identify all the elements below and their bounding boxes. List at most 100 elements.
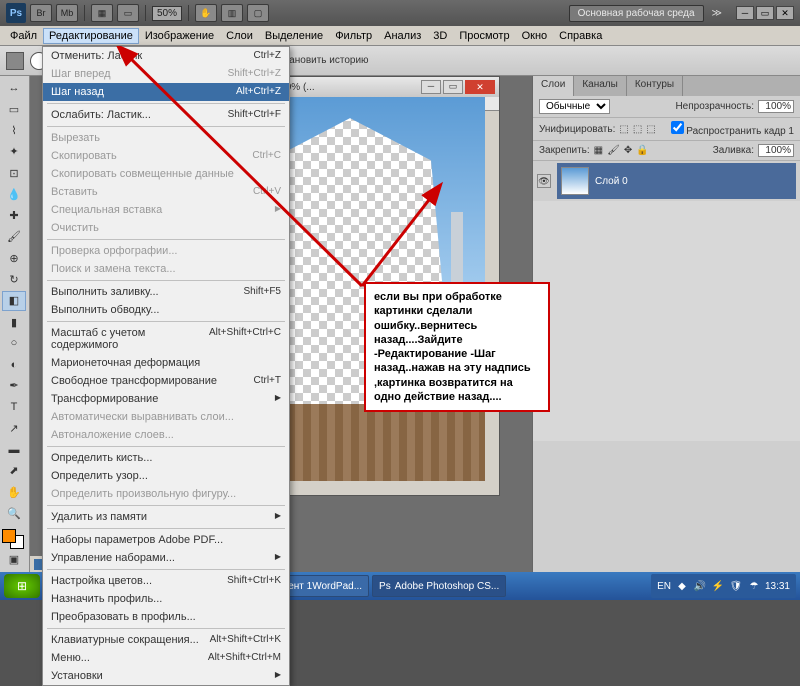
eraser-tool[interactable]: ◧ — [2, 291, 26, 311]
doc-max-button[interactable]: ▭ — [443, 80, 463, 94]
menu-image[interactable]: Изображение — [139, 28, 220, 44]
menu-item[interactable]: Трансформирование▶ — [43, 390, 289, 408]
menu-select[interactable]: Выделение — [259, 28, 329, 44]
clock[interactable]: 13:31 — [765, 581, 790, 592]
arrange-button[interactable]: ▥ — [221, 4, 243, 22]
unify-icon-1[interactable]: ⬚ — [619, 124, 628, 135]
menu-item[interactable]: Клавиатурные сокращения...Alt+Shift+Ctrl… — [43, 631, 289, 649]
menu-item[interactable]: Установки▶ — [43, 667, 289, 685]
menu-view[interactable]: Просмотр — [453, 28, 515, 44]
tray-icon-1[interactable]: ◆ — [675, 579, 689, 593]
zoom-level[interactable]: 50% — [152, 6, 182, 21]
menu-item[interactable]: Управление наборами...▶ — [43, 549, 289, 567]
blend-mode-select[interactable]: Обычные — [539, 99, 610, 114]
tray-icon-2[interactable]: 🔊 — [693, 579, 707, 593]
lasso-tool[interactable]: ⌇ — [2, 121, 26, 141]
stamp-tool[interactable]: ⊕ — [2, 248, 26, 268]
blur-tool[interactable]: ○ — [2, 333, 26, 353]
menu-item[interactable]: Марионеточная деформация — [43, 354, 289, 372]
move-tool[interactable]: ↔ — [2, 78, 26, 98]
menu-filter[interactable]: Фильтр — [329, 28, 378, 44]
heal-tool[interactable]: ✚ — [2, 206, 26, 226]
mb-button[interactable]: Mb — [56, 4, 78, 22]
brush-tool[interactable]: 🖌 — [2, 227, 26, 247]
tab-layers[interactable]: Слои — [533, 76, 574, 96]
unify-icon-3[interactable]: ⬚ — [646, 124, 655, 135]
lock-pixels-icon[interactable]: 🖌 — [607, 145, 620, 156]
doc-close-button[interactable]: ✕ — [465, 80, 495, 94]
gradient-tool[interactable]: ▮ — [2, 312, 26, 332]
tray-icon-4[interactable]: 🛡 — [729, 579, 743, 593]
menu-3d[interactable]: 3D — [427, 28, 453, 44]
history-brush-tool[interactable]: ↻ — [2, 269, 26, 289]
view-doc-button[interactable]: ▭ — [117, 4, 139, 22]
tray-icon-5[interactable]: ☂ — [747, 579, 761, 593]
menu-item[interactable]: Настройка цветов...Shift+Ctrl+K — [43, 572, 289, 590]
3d-tool[interactable]: ⬈ — [2, 461, 26, 481]
menu-item: Автоматически выравнивать слои... — [43, 408, 289, 426]
maximize-button[interactable]: ▭ — [756, 6, 774, 20]
workspace-switcher[interactable]: Основная рабочая среда — [569, 5, 704, 22]
quickmask-button[interactable]: ▣ — [2, 550, 26, 570]
menu-item[interactable]: Определить узор... — [43, 467, 289, 485]
tab-channels[interactable]: Каналы — [574, 76, 627, 96]
menu-item[interactable]: Удалить из памяти▶ — [43, 508, 289, 526]
menu-help[interactable]: Справка — [553, 28, 608, 44]
menu-item[interactable]: Преобразовать в профиль... — [43, 608, 289, 626]
menu-item: Скопировать совмещенные данные — [43, 165, 289, 183]
screen-mode-button[interactable]: ▢ — [247, 4, 269, 22]
pen-tool[interactable]: ✒ — [2, 376, 26, 396]
marquee-tool[interactable]: ▭ — [2, 99, 26, 119]
color-swatches[interactable] — [2, 529, 24, 549]
minimize-button[interactable]: ─ — [736, 6, 754, 20]
menu-item: ВставитьCtrl+V — [43, 183, 289, 201]
menu-item[interactable]: Свободное трансформированиеCtrl+T — [43, 372, 289, 390]
shape-tool[interactable]: ▬ — [2, 440, 26, 460]
close-button[interactable]: ✕ — [776, 6, 794, 20]
menu-item[interactable]: Меню...Alt+Shift+Ctrl+M — [43, 649, 289, 667]
menu-item[interactable]: Определить кисть... — [43, 449, 289, 467]
hand-button[interactable]: ✋ — [195, 4, 217, 22]
fill-value[interactable]: 100% — [758, 144, 794, 157]
lock-transparent-icon[interactable]: ▦ — [594, 145, 603, 156]
menu-item[interactable]: Назначить профиль... — [43, 590, 289, 608]
layer-visibility-icon[interactable]: 👁 — [537, 174, 551, 188]
path-tool[interactable]: ↗ — [2, 418, 26, 438]
lock-position-icon[interactable]: ✥ — [624, 145, 632, 156]
view-grid-button[interactable]: ▦ — [91, 4, 113, 22]
start-button[interactable]: ⊞ — [4, 574, 40, 598]
zoom-tool[interactable]: 🔍 — [2, 503, 26, 523]
menu-file[interactable]: Файл — [4, 28, 43, 44]
menu-item[interactable]: Ослабить: Ластик...Shift+Ctrl+F — [43, 106, 289, 124]
doc-min-button[interactable]: ─ — [421, 80, 441, 94]
menu-analysis[interactable]: Анализ — [378, 28, 427, 44]
chevron-right-icon[interactable]: ≫ — [712, 8, 722, 19]
type-tool[interactable]: T — [2, 397, 26, 417]
hand-tool[interactable]: ✋ — [2, 482, 26, 502]
menu-item[interactable]: Шаг назадAlt+Ctrl+Z — [43, 83, 289, 101]
menu-item[interactable]: Отменить: ЛастикCtrl+Z — [43, 47, 289, 65]
menu-layers[interactable]: Слои — [220, 28, 259, 44]
menu-item[interactable]: Выполнить обводку... — [43, 301, 289, 319]
tool-preset-icon[interactable] — [6, 52, 24, 70]
lock-all-icon[interactable]: 🔒 — [636, 145, 648, 156]
tab-paths[interactable]: Контуры — [627, 76, 683, 96]
menu-item[interactable]: Выполнить заливку...Shift+F5 — [43, 283, 289, 301]
layer-item[interactable]: Слой 0 — [557, 163, 796, 199]
propagate-checkbox[interactable]: Распространить кадр 1 — [671, 121, 795, 137]
eyedropper-tool[interactable]: 💧 — [2, 184, 26, 204]
dodge-tool[interactable]: ◐ — [2, 354, 26, 374]
menu-item[interactable]: Наборы параметров Adobe PDF... — [43, 531, 289, 549]
crop-tool[interactable]: ⊡ — [2, 163, 26, 183]
wand-tool[interactable]: ✦ — [2, 142, 26, 162]
lang-indicator[interactable]: EN — [657, 581, 671, 592]
unify-icon-2[interactable]: ⬚ — [633, 124, 642, 135]
menu-window[interactable]: Окно — [516, 28, 554, 44]
tray-icon-3[interactable]: ⚡ — [711, 579, 725, 593]
opacity-value[interactable]: 100% — [758, 100, 794, 113]
app-logo-icon: Ps — [6, 3, 26, 23]
task-photoshop[interactable]: PsAdobe Photoshop CS... — [372, 575, 506, 597]
bridge-button[interactable]: Br — [30, 4, 52, 22]
menu-item[interactable]: Масштаб с учетом содержимогоAlt+Shift+Ct… — [43, 324, 289, 354]
menu-edit[interactable]: Редактирование — [43, 28, 139, 44]
